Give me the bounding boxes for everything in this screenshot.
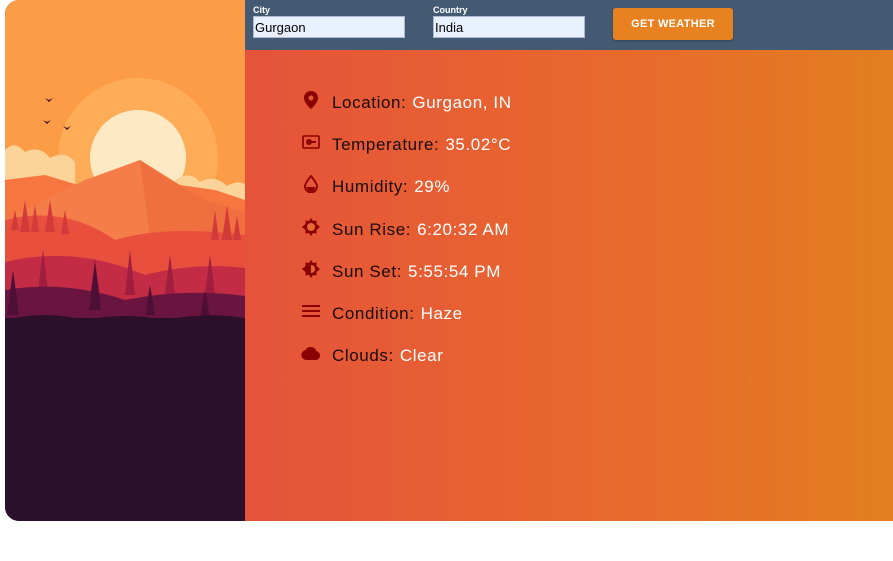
- temperature-label: Temperature:: [332, 135, 440, 155]
- clouds-value: Clear: [399, 346, 444, 366]
- weather-row-clouds: Clouds: Clear: [301, 335, 893, 377]
- city-input[interactable]: [253, 16, 405, 38]
- humidity-value: 29%: [414, 177, 451, 197]
- humidity-label: Humidity:: [332, 177, 409, 197]
- get-weather-button[interactable]: GET WEATHER: [613, 8, 733, 40]
- sunrise-label: Sun Rise:: [332, 219, 412, 239]
- condition-value: Haze: [420, 304, 463, 324]
- sunset-icon: [301, 259, 321, 279]
- weather-row-sunset: Sun Set: 5:55:54 PM: [301, 251, 893, 293]
- condition-label: Condition:: [332, 304, 415, 324]
- mountain-sunset-illustration: [5, 0, 245, 521]
- weather-row-temperature: Temperature: 35.02°C: [301, 124, 893, 166]
- temperature-value: 35.02°C: [445, 135, 512, 155]
- country-label: Country: [433, 5, 468, 15]
- sunset-label: Sun Set:: [332, 261, 403, 281]
- location-pin-icon: [301, 90, 321, 110]
- cloud-icon: [301, 343, 321, 363]
- sun-icon: [301, 217, 321, 237]
- thermometer-icon: [301, 132, 321, 152]
- weather-row-humidity: Humidity: 29%: [301, 166, 893, 208]
- city-label: City: [253, 5, 271, 15]
- city-field-group: City: [253, 5, 405, 38]
- country-input[interactable]: [433, 16, 585, 38]
- clouds-label: Clouds:: [332, 346, 394, 366]
- weather-row-condition: Condition: Haze: [301, 293, 893, 335]
- weather-panel: City Country GET WEATHER Location: Gurga…: [245, 0, 893, 521]
- location-value: Gurgaon, IN: [412, 93, 512, 113]
- search-bar: City Country GET WEATHER: [245, 0, 893, 50]
- weather-row-location: Location: Gurgaon, IN: [301, 82, 893, 124]
- weather-details: Location: Gurgaon, IN Temperature: 35.02…: [245, 50, 893, 377]
- weather-app: City Country GET WEATHER Location: Gurga…: [5, 0, 893, 521]
- sunset-illustration-panel: [5, 0, 245, 521]
- country-field-group: Country: [433, 5, 585, 38]
- weather-row-sunrise: Sun Rise: 6:20:32 AM: [301, 209, 893, 251]
- sunset-value: 5:55:54 PM: [408, 261, 501, 281]
- water-drop-icon: [301, 174, 321, 194]
- sunrise-value: 6:20:32 AM: [417, 219, 510, 239]
- location-label: Location:: [332, 93, 407, 113]
- menu-lines-icon: [301, 301, 321, 321]
